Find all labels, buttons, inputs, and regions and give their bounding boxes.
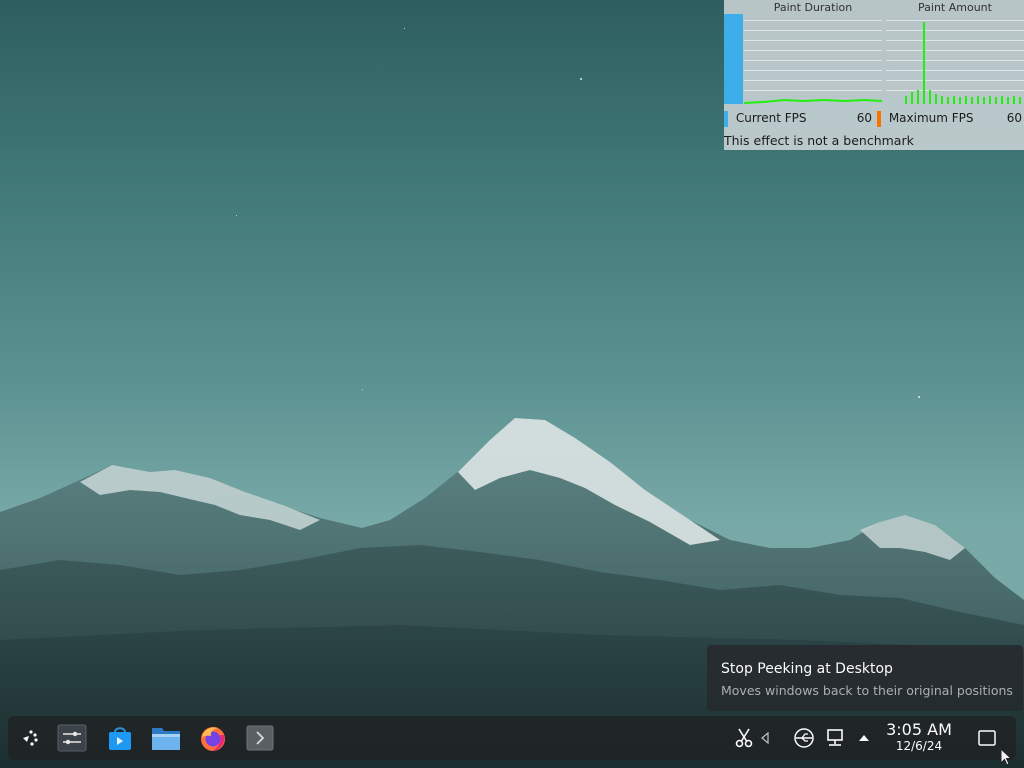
usb-icon[interactable] <box>793 727 815 749</box>
volume-icon[interactable] <box>758 727 772 749</box>
network-icon[interactable] <box>824 727 846 749</box>
star <box>580 78 582 80</box>
paint-duration-graph: Paint Duration <box>744 0 882 106</box>
paint-amount-graph: Paint Amount <box>886 0 1024 106</box>
expand-tray-arrow-icon[interactable] <box>853 727 875 749</box>
current-fps-swatch <box>724 110 728 127</box>
tooltip-description: Moves windows back to their original pos… <box>721 683 1013 698</box>
current-fps-row: Current FPS 60 <box>724 108 878 128</box>
discover-store-icon[interactable] <box>104 722 136 754</box>
mouse-cursor <box>1000 748 1012 766</box>
star <box>404 28 405 29</box>
clock-date: 12/6/24 <box>895 739 943 753</box>
application-launcher-icon[interactable] <box>14 722 46 754</box>
digital-clock[interactable]: 3:05 AM 12/6/24 <box>880 720 958 754</box>
star <box>362 389 363 390</box>
maximum-fps-label: Maximum FPS <box>888 111 974 125</box>
peek-desktop-tooltip: Stop Peeking at Desktop Moves windows ba… <box>707 645 1023 711</box>
tooltip-title: Stop Peeking at Desktop <box>721 661 893 677</box>
current-fps-bar <box>724 14 743 104</box>
benchmark-notice: This effect is not a benchmark <box>724 133 914 148</box>
maximum-fps-swatch <box>877 110 881 127</box>
bottom-panel: 3:05 AM 12/6/24 <box>8 716 1016 760</box>
fps-overlay: Paint Duration Paint Amount Current FPS … <box>724 0 1024 150</box>
maximum-fps-value: 60 <box>1006 111 1022 125</box>
star <box>918 396 920 398</box>
current-fps-value: 60 <box>856 111 872 125</box>
clock-time: 3:05 AM <box>886 720 952 739</box>
star <box>236 215 237 216</box>
peek-at-desktop-icon[interactable] <box>976 727 998 749</box>
clipboard-scissors-icon[interactable] <box>733 727 755 749</box>
system-settings-icon[interactable] <box>56 722 88 754</box>
firefox-icon[interactable] <box>197 722 229 754</box>
maximum-fps-row: Maximum FPS 60 <box>877 108 1024 128</box>
terminal-icon[interactable] <box>244 722 276 754</box>
current-fps-label: Current FPS <box>735 111 807 125</box>
file-manager-icon[interactable] <box>150 722 182 754</box>
